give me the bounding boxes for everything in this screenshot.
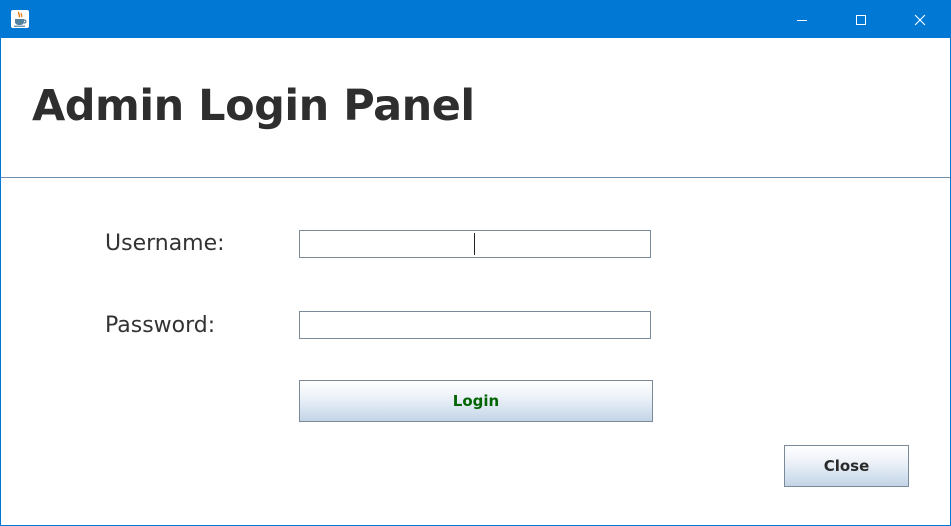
header-panel: Admin Login Panel bbox=[1, 38, 950, 178]
maximize-button[interactable] bbox=[832, 1, 890, 38]
close-window-button[interactable] bbox=[891, 1, 949, 38]
minimize-button[interactable] bbox=[773, 1, 831, 38]
minimize-icon bbox=[797, 19, 807, 21]
page-title: Admin Login Panel bbox=[32, 81, 475, 131]
maximize-icon bbox=[856, 14, 866, 25]
login-button[interactable]: Login bbox=[299, 380, 653, 422]
title-bar[interactable] bbox=[1, 1, 950, 38]
username-field[interactable] bbox=[299, 230, 651, 258]
close-icon bbox=[914, 14, 926, 25]
password-label: Password: bbox=[105, 313, 216, 338]
login-window: Admin Login Panel Username: Password: Lo… bbox=[0, 0, 951, 526]
close-button[interactable]: Close bbox=[784, 445, 909, 487]
username-label: Username: bbox=[105, 231, 225, 256]
java-coffee-cup-icon[interactable] bbox=[11, 10, 29, 28]
password-field[interactable] bbox=[299, 311, 651, 339]
